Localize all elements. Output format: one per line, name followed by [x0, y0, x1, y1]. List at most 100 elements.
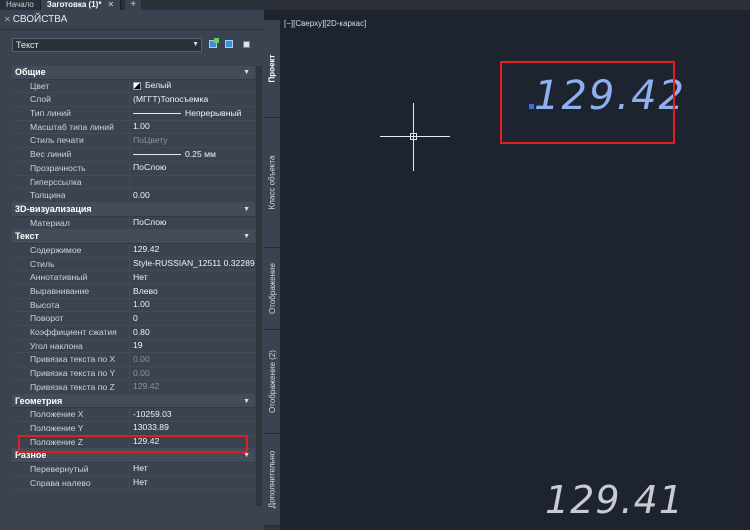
- property-value[interactable]: (МГГТ)Топосъемка: [130, 93, 255, 106]
- side-tab[interactable]: Проект: [264, 20, 280, 118]
- tab-drawing[interactable]: Заготовка (1)* ✕: [40, 0, 122, 10]
- property-row[interactable]: Аннотативный Нет: [12, 271, 255, 285]
- property-value[interactable]: Нет: [130, 477, 255, 490]
- property-value[interactable]: Style-RUSSIAN_12511 0.32289: [130, 258, 255, 271]
- select-objects-icon[interactable]: [224, 38, 236, 50]
- property-value-text: Нет: [133, 463, 148, 474]
- property-value[interactable]: Нет: [130, 271, 255, 284]
- section-header[interactable]: Текст ▼: [12, 230, 255, 244]
- side-tab[interactable]: Отображение: [264, 248, 280, 330]
- text-object[interactable]: 129.41: [545, 478, 684, 522]
- side-tab[interactable]: Отображение (2): [264, 330, 280, 434]
- property-label: Привязка текста по Y: [12, 367, 130, 380]
- close-icon[interactable]: ✕: [107, 0, 114, 9]
- panel-close-icon[interactable]: ✕: [4, 10, 11, 30]
- tab-start[interactable]: Начало: [0, 0, 41, 10]
- chevron-down-icon[interactable]: ▼: [243, 203, 250, 217]
- property-value[interactable]: 1.00: [130, 121, 255, 134]
- viewport-controls[interactable]: [−][Сверху][2D-каркас]: [284, 19, 366, 28]
- property-grid: Общие ▼ Цвет Белый Слой (МГГТ)Топосъемка Тип л…: [12, 66, 255, 491]
- new-tab-button[interactable]: +: [125, 0, 142, 10]
- property-value[interactable]: 19: [130, 340, 255, 353]
- property-label: Гиперссылка: [12, 175, 130, 189]
- property-value[interactable]: 129.42: [130, 381, 255, 394]
- property-value-text: Непрерывный: [185, 107, 242, 118]
- property-value-text: ПоСлою: [133, 217, 167, 228]
- property-row[interactable]: Вес линий 0.25 мм: [12, 148, 255, 162]
- property-row[interactable]: Привязка текста по Z 129.42: [12, 380, 255, 395]
- object-type-dropdown[interactable]: Текст ▼: [12, 38, 202, 52]
- side-tab[interactable]: Класс объекта: [264, 118, 280, 248]
- property-value-text: (МГГТ)Топосъемка: [133, 93, 209, 104]
- property-row[interactable]: Перевернутый Нет: [12, 462, 255, 477]
- property-row[interactable]: Прозрачность ПоСлою: [12, 161, 255, 176]
- chevron-down-icon: ▼: [192, 41, 199, 48]
- property-row[interactable]: Стиль Style-RUSSIAN_12511 0.32289: [12, 257, 255, 272]
- property-label: Масштаб типа линий: [12, 120, 130, 134]
- property-value[interactable]: ПоСлою: [130, 217, 255, 230]
- property-row[interactable]: Слой (МГГТ)Топосъемка: [12, 93, 255, 108]
- side-tab[interactable]: Дополнительно: [264, 434, 280, 526]
- property-label: Прозрачность: [12, 161, 130, 175]
- property-row[interactable]: Угол наклона 19: [12, 339, 255, 354]
- property-label: Цвет: [12, 79, 130, 93]
- chevron-down-icon[interactable]: ▼: [243, 66, 250, 80]
- section-title: Геометрия: [15, 395, 63, 406]
- property-row[interactable]: Коэффициент сжатия 0.80: [12, 326, 255, 340]
- property-value-text: 0: [133, 312, 138, 323]
- property-value[interactable]: 0.00: [130, 367, 255, 380]
- property-label: Коэффициент сжатия: [12, 326, 130, 339]
- property-value-text: 129.42: [133, 381, 160, 392]
- property-value[interactable]: Влево: [130, 285, 255, 298]
- panel-scrollbar[interactable]: [256, 66, 262, 506]
- property-row[interactable]: Цвет Белый: [12, 79, 255, 94]
- section-title: Общие: [15, 67, 46, 77]
- property-value[interactable]: ПоСлою: [130, 162, 255, 175]
- property-value[interactable]: 129.42: [130, 244, 255, 257]
- section-header[interactable]: Общие ▼: [12, 66, 255, 80]
- property-value[interactable]: 13033.89: [130, 422, 255, 435]
- property-row[interactable]: Положение X -10259.03: [12, 408, 255, 422]
- property-value[interactable]: Непрерывный: [130, 107, 255, 120]
- property-row[interactable]: Стиль печати ПоЦвету: [12, 134, 255, 149]
- property-row[interactable]: Привязка текста по X 0.00: [12, 353, 255, 368]
- chevron-down-icon[interactable]: ▼: [243, 230, 250, 244]
- property-row[interactable]: Содержимое 129.42: [12, 243, 255, 258]
- property-row[interactable]: Поворот 0: [12, 312, 255, 327]
- property-row[interactable]: Выравнивание Влево: [12, 285, 255, 299]
- property-value-text: 0.00: [133, 367, 150, 378]
- property-row[interactable]: Толщина 0.00: [12, 189, 255, 203]
- quick-select-icon[interactable]: [240, 38, 252, 50]
- property-value[interactable]: 0.00: [130, 189, 255, 202]
- section-header[interactable]: 3D-визуализация ▼: [12, 202, 255, 217]
- property-value-text: Style-RUSSIAN_12511 0.32289: [133, 258, 255, 269]
- property-row[interactable]: Положение Y 13033.89: [12, 421, 255, 436]
- section-header[interactable]: Геометрия ▼: [12, 394, 255, 409]
- side-tab-label: Проект: [267, 54, 277, 83]
- chevron-down-icon[interactable]: ▼: [243, 395, 250, 409]
- property-label: Справа налево: [12, 476, 130, 490]
- property-row[interactable]: Материал ПоСлою: [12, 216, 255, 231]
- property-value[interactable]: -10259.03: [130, 408, 255, 421]
- property-value[interactable]: [130, 176, 255, 189]
- property-row[interactable]: Масштаб типа линий 1.00: [12, 120, 255, 135]
- property-row[interactable]: Гиперссылка: [12, 175, 255, 190]
- property-value[interactable]: ПоЦвету: [130, 134, 255, 147]
- property-row[interactable]: Тип линий Непрерывный: [12, 107, 255, 121]
- property-value-text: Белый: [145, 80, 172, 91]
- property-value-text: 129.42: [133, 244, 160, 255]
- toggle-pickadd-icon[interactable]: [208, 38, 220, 50]
- property-value[interactable]: 0.25 мм: [130, 148, 255, 161]
- property-value[interactable]: Нет: [130, 463, 255, 476]
- property-value[interactable]: Белый: [130, 80, 255, 93]
- property-value[interactable]: 0.80: [130, 326, 255, 339]
- property-value-text: ПоЦвету: [133, 134, 168, 145]
- property-row[interactable]: Привязка текста по Y 0.00: [12, 367, 255, 381]
- property-value[interactable]: 0.00: [130, 353, 255, 366]
- property-value[interactable]: 1.00: [130, 299, 255, 312]
- property-row[interactable]: Справа налево Нет: [12, 476, 255, 491]
- property-row[interactable]: Высота 1.00: [12, 298, 255, 313]
- property-value-text: 0.00: [133, 189, 150, 200]
- side-tab-strip: Проект Класс объекта Отображение Отображени…: [264, 20, 280, 530]
- property-value[interactable]: 0: [130, 312, 255, 325]
